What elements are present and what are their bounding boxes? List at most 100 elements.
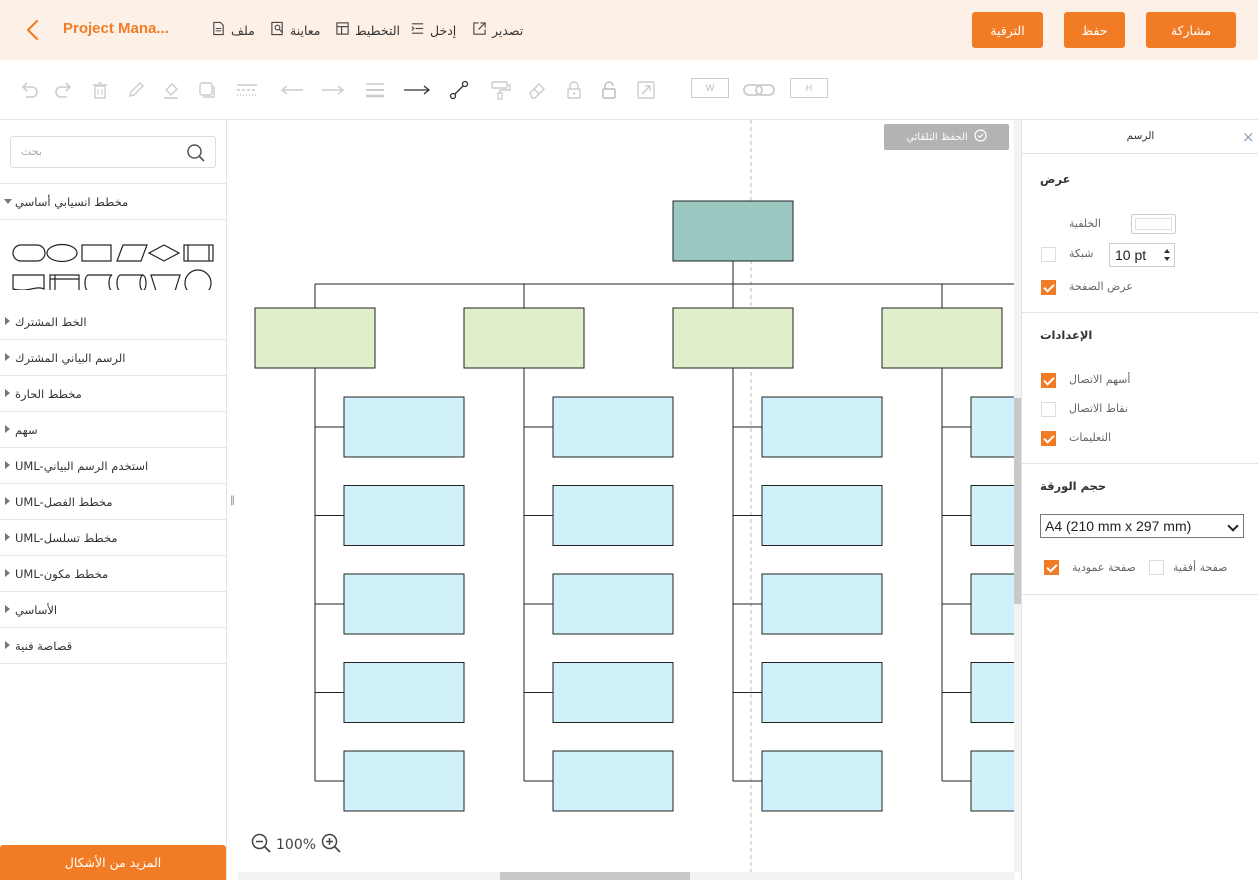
category-item[interactable]: UML-مخطط تسلسل (0, 520, 227, 556)
shape-ellipse (46, 243, 78, 263)
root-node[interactable] (672, 200, 794, 262)
redo-icon[interactable] (53, 79, 75, 101)
search-input[interactable]: بحث (10, 136, 216, 168)
level2-node[interactable] (552, 396, 674, 458)
level1-node[interactable] (254, 307, 376, 369)
zoom-in-icon[interactable] (320, 832, 342, 858)
search-icon[interactable] (185, 142, 207, 164)
display-heading: عرض (1040, 172, 1071, 186)
level2-node[interactable] (552, 485, 674, 546)
stepper-arrows-icon[interactable] (1163, 247, 1171, 263)
background-color-picker[interactable] (1131, 214, 1176, 234)
category-label: UML-مخطط الفصل (15, 495, 113, 509)
level2-node[interactable] (761, 750, 883, 812)
menu-preview[interactable]: معاينة (270, 21, 321, 39)
level2-node[interactable] (970, 396, 1015, 458)
document-title[interactable]: Project Mana... (63, 20, 169, 37)
undo-icon[interactable] (18, 79, 40, 101)
eraser-icon[interactable] (526, 79, 548, 101)
panel-resize-handle[interactable]: ‖ (230, 495, 235, 506)
category-item[interactable]: الأساسي (0, 592, 227, 628)
grid-checkbox[interactable] (1041, 247, 1056, 262)
org-chart-diagram[interactable] (238, 120, 1015, 872)
category-item[interactable]: الرسم البياني المشترك (0, 340, 227, 376)
layout-icon (335, 21, 350, 39)
fill-color-icon[interactable] (160, 79, 182, 101)
connection-points-checkbox[interactable] (1041, 402, 1056, 417)
category-label: الخط المشترك (15, 315, 87, 329)
delete-icon[interactable] (89, 79, 111, 101)
menu-file[interactable]: ملف (211, 21, 255, 39)
upgrade-button[interactable]: الترقية (972, 12, 1043, 48)
category-item[interactable]: UML-استخدم الرسم البياني (0, 448, 227, 484)
category-item[interactable]: قصاصة فنية (0, 628, 227, 664)
category-item[interactable]: مخطط الحارة (0, 376, 227, 412)
landscape-checkbox[interactable] (1149, 560, 1164, 575)
group-lock-icon[interactable] (563, 79, 585, 101)
close-icon[interactable]: × (1242, 128, 1255, 146)
share-button[interactable]: مشاركة (1146, 12, 1236, 48)
page-view-label: عرض الصفحة (1069, 280, 1133, 293)
category-item[interactable]: UML-مخطط الفصل (0, 484, 227, 520)
level2-node[interactable] (343, 573, 465, 635)
caret-right-icon (5, 641, 10, 649)
level1-node[interactable] (881, 307, 1003, 369)
menu-export-label: تصدير (492, 22, 524, 38)
more-shapes-button[interactable]: المزيد من الأشكال (0, 845, 226, 880)
waypoint-icon[interactable] (448, 79, 470, 101)
vertical-scroll-thumb[interactable] (1014, 398, 1021, 604)
width-input[interactable]: W (691, 78, 729, 98)
section-basic-flowchart[interactable]: مخطط انسيابي أساسي (0, 183, 227, 220)
shape-internal-storage (49, 274, 80, 290)
level2-node[interactable] (761, 396, 883, 458)
level2-node[interactable] (552, 750, 674, 812)
level2-node[interactable] (970, 662, 1015, 723)
connector-arrow-icon[interactable] (404, 79, 431, 101)
grid-size-stepper[interactable]: 10 pt (1109, 243, 1175, 267)
basic-shapes-grid (12, 243, 214, 290)
zoom-out-icon[interactable] (250, 832, 272, 858)
format-painter-icon[interactable] (490, 79, 512, 101)
page-view-checkbox[interactable] (1041, 280, 1056, 295)
category-item[interactable]: الخط المشترك (0, 304, 227, 340)
zoom-controls: 100% (250, 832, 342, 858)
fit-page-icon[interactable] (635, 79, 657, 101)
category-item[interactable]: سهم (0, 412, 227, 448)
level2-node[interactable] (343, 662, 465, 723)
level2-node[interactable] (761, 662, 883, 723)
back-arrow-icon[interactable] (20, 16, 46, 44)
arrow-end-icon[interactable] (322, 79, 345, 101)
level2-node[interactable] (552, 573, 674, 635)
level2-node[interactable] (761, 485, 883, 546)
level2-node[interactable] (552, 662, 674, 723)
shadow-icon[interactable] (196, 79, 218, 101)
menu-export[interactable]: تصدير (472, 21, 523, 39)
level2-node[interactable] (970, 485, 1015, 546)
level2-node[interactable] (343, 396, 465, 458)
diagram-canvas[interactable] (238, 120, 1015, 872)
level2-node[interactable] (970, 750, 1015, 812)
arrow-start-icon[interactable] (280, 79, 303, 101)
line-weight-icon[interactable] (364, 79, 386, 101)
menu-insert[interactable]: إدخل (410, 21, 456, 39)
line-style-icon[interactable] (236, 79, 258, 101)
level1-node[interactable] (672, 307, 794, 369)
guides-checkbox[interactable] (1041, 431, 1056, 446)
horizontal-scroll-thumb[interactable] (500, 872, 690, 880)
height-input[interactable]: H (790, 78, 828, 98)
connection-arrows-checkbox[interactable] (1041, 373, 1056, 388)
save-button[interactable]: حفظ (1064, 12, 1125, 48)
level1-node[interactable] (463, 307, 585, 369)
unlock-icon[interactable] (598, 79, 620, 101)
menu-layout[interactable]: التخطيط (335, 21, 400, 39)
level2-node[interactable] (343, 750, 465, 812)
paper-size-select[interactable]: A4 (210 mm x 297 mm) (1040, 514, 1244, 538)
level2-node[interactable] (761, 573, 883, 635)
shape-process (81, 244, 112, 262)
level2-node[interactable] (343, 485, 465, 546)
category-item[interactable]: UML-مخطط مكون (0, 556, 227, 592)
portrait-checkbox[interactable] (1044, 560, 1059, 575)
link-size-icon[interactable] (743, 79, 775, 101)
pencil-icon[interactable] (125, 79, 147, 101)
level2-node[interactable] (970, 573, 1015, 635)
